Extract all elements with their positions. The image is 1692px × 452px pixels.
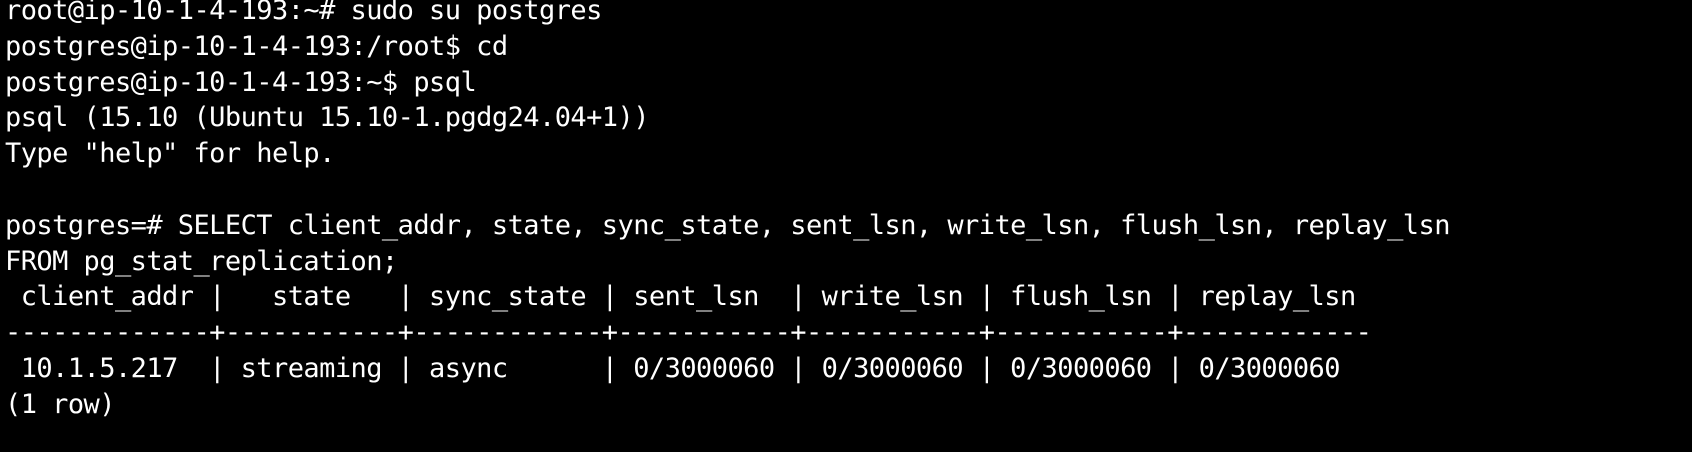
sql-query-line-1: postgres=# SELECT client_addr, state, sy… [5,209,1450,241]
shell-prompt-psql: postgres@ip-10-1-4-193:~$ psql [5,66,477,98]
result-data-row: 10.1.5.217 | streaming | async | 0/30000… [5,352,1341,384]
result-row-count: (1 row) [5,388,116,420]
result-separator-row: -------------+-----------+------------+-… [5,317,1372,349]
psql-version-line: psql (15.10 (Ubuntu 15.10-1.pgdg24.04+1)… [5,102,649,134]
shell-prompt-cd: postgres@ip-10-1-4-193:/root$ cd [5,30,508,62]
sql-query-line-2: FROM pg_stat_replication; [5,245,398,277]
result-header-row: client_addr | state | sync_state | sent_… [5,281,1357,313]
psql-help-hint: Type "help" for help. [5,138,335,170]
terminal-window[interactable]: root@ip-10-1-4-193:~# sudo su postgres p… [0,0,1692,445]
shell-prompt-sudo: root@ip-10-1-4-193:~# sudo su postgres [5,0,602,26]
